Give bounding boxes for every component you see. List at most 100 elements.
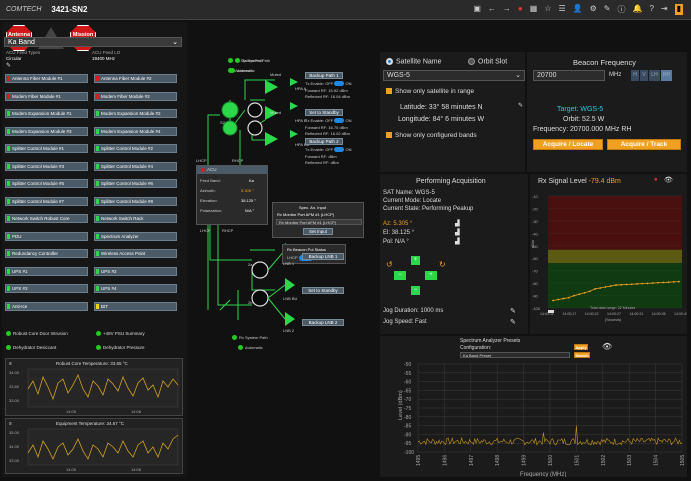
rx-signal-point [667,281,670,284]
module-button[interactable]: Antenna Fiber Module #1 [5,74,88,83]
module-button[interactable]: UPS #1 [5,266,88,276]
module-button[interactable]: UPS #2 [94,266,177,276]
set-to-standby-button[interactable]: Set to Standby [305,109,343,116]
fwd-rf-1: Forward RF: 15.92 dBm [305,88,348,93]
rx-monitor-select[interactable]: Rx Monitor Port AFM #1 (LHCP) [276,219,362,225]
module-button[interactable]: Wireless Access Point [94,249,177,258]
config-select[interactable]: Ka Band Preset [460,352,570,358]
hpa-switch-a[interactable] [221,101,239,119]
pol-button-h[interactable]: H [631,70,639,81]
lnb-switch-a[interactable] [251,261,269,279]
module-button[interactable]: Modem Expansion Module #4 [94,126,177,136]
hpa-switch-d[interactable] [222,120,238,136]
tx-enable-toggle-2[interactable] [334,118,345,124]
tx-enable-toggle-1[interactable] [334,81,345,87]
module-button[interactable]: Splitter Control Module #3 [5,161,88,171]
user-icon[interactable]: 👤 [573,4,583,15]
module-button[interactable]: Splitter Control Module #2 [94,144,177,153]
orbit-slot-radio[interactable]: Orbit Slot [468,58,507,65]
module-button[interactable]: Splitter Control Module #6 [94,179,177,188]
module-button[interactable]: PDU [5,231,88,241]
backup-lnb-2-button[interactable]: Backup LNB 2 [302,319,344,326]
module-button[interactable]: UPS #3 [5,284,88,293]
back-icon[interactable]: ← [488,4,496,15]
eye-icon[interactable]: 👁 [664,176,673,184]
module-button[interactable]: Splitter Control Module #5 [5,179,88,188]
module-button[interactable]: Modem Fiber Module #1 [5,91,88,101]
pol-button-lh[interactable]: LH [649,70,660,81]
search-button[interactable]: Search [574,352,590,358]
satellite-select[interactable]: WGS-5 ⌄ [383,70,525,81]
beacon-frequency-input[interactable]: 20700 [533,70,605,81]
backup-path-1-button[interactable]: Backup Path 1 [305,72,343,79]
module-button[interactable]: Antenna Fiber Module #2 [94,74,177,83]
star-icon[interactable]: ☆ [544,4,551,15]
module-button[interactable]: Redundancy Controller [5,249,88,258]
module-button[interactable]: Splitter Control Module #1 [5,144,88,153]
module-button[interactable]: Splitter Control Module #8 [94,196,177,206]
settings-icon[interactable]: ⚙ [590,4,597,15]
module-button[interactable]: BIT [94,301,177,311]
module-button[interactable]: Modem Expansion Module #3 [5,126,88,136]
pol-chart-icon[interactable]: ▟ [455,238,460,245]
grid-icon[interactable]: ▦ [530,4,538,15]
edit-icon[interactable]: ✎ [604,4,611,15]
module-button[interactable]: Modem Expansion Module #2 [94,109,177,118]
switch-label-2a: 2a [248,262,253,267]
jog-down-button[interactable]: − [411,286,420,295]
top-bar: COMTECH 3421-SN2 ▣ ← → ● ▦ ☆ ☰ 👤 ⚙ ✎ ⓘ 🔔… [0,0,691,20]
rotate-cw-icon[interactable]: ↻ [439,260,446,269]
show-configured-checkbox[interactable]: Show only configured bands [386,132,477,139]
save-icon[interactable]: ▣ [473,4,481,15]
backup-lnb-1-button[interactable]: Backup LNB 1 [302,253,344,260]
module-button[interactable]: Network Switch Rack [94,214,177,223]
hpa-switch-c[interactable] [247,120,263,136]
pol-button-v[interactable]: V [640,70,648,81]
rfl-rf-3: Reflected RF: dBm [305,160,339,165]
hpa-switch-b[interactable] [247,102,263,118]
on-label: ON [345,81,352,86]
module-button[interactable]: Splitter Control Module #4 [94,161,177,171]
jog-up-button[interactable]: + [411,256,420,265]
module-button[interactable]: Spectrum Analyzer [94,231,177,241]
record-icon[interactable]: ● [654,177,658,183]
eye-icon[interactable]: 👁 [602,342,612,351]
az-chart-icon[interactable]: ▟ [455,220,460,227]
module-button[interactable]: UPS #4 [94,284,177,293]
module-button[interactable]: Network Switch Robust Core [5,214,88,223]
help-icon[interactable]: ? [649,4,653,15]
edit-jog-duration-icon[interactable]: ✎ [510,307,516,315]
lnb-set-to-standby-button[interactable]: Set to Standby [302,287,344,294]
module-button[interactable]: Anti-Ice [5,301,88,311]
acquire-track-button[interactable]: Acquire / Track [607,139,681,150]
edit-icon[interactable]: ✎ [518,102,523,109]
show-in-range-checkbox[interactable]: Show only satellite in range [386,88,474,95]
forward-icon[interactable]: → [503,4,511,15]
logout-icon[interactable]: ⇥ [661,4,668,15]
jog-left-button[interactable]: − [394,271,406,280]
acquire-locate-button[interactable]: Acquire / Locate [533,139,603,150]
satellite-name-radio[interactable]: Satellite Name [386,58,442,65]
azimuth-label: Azimuth: [200,188,216,193]
set-input-button[interactable]: Set Input [303,228,333,235]
module-button[interactable]: Modem Fiber Module #2 [94,91,177,101]
edit-jog-speed-icon[interactable]: ✎ [510,318,516,326]
alert-icon[interactable]: ● [518,4,523,15]
pol-button-rh[interactable]: RH [661,70,672,81]
lnb-bu-icon [285,278,295,292]
module-button[interactable]: Splitter Control Module #7 [5,196,88,206]
user-badge-icon[interactable]: ▮ [674,4,683,15]
rotate-ccw-icon[interactable]: ↺ [386,260,393,269]
el-chart-icon[interactable]: ▟ [455,229,460,236]
lnb-switch-b[interactable] [251,289,269,307]
jog-right-button[interactable]: + [425,271,437,280]
module-button[interactable]: Modem Expansion Module #1 [5,109,88,118]
list-icon[interactable]: ☰ [558,4,565,15]
tx-enable-toggle-3[interactable] [334,147,345,153]
backup-path-2-button[interactable]: Backup Path 2 [305,138,343,145]
bell-icon[interactable]: 🔔 [632,4,642,15]
edit-icon[interactable]: ✎ [6,62,11,69]
info-icon[interactable]: ⓘ [617,4,625,15]
band-select[interactable]: Ka Band ⌄ [4,37,182,47]
apply-button[interactable]: Apply [574,344,588,350]
